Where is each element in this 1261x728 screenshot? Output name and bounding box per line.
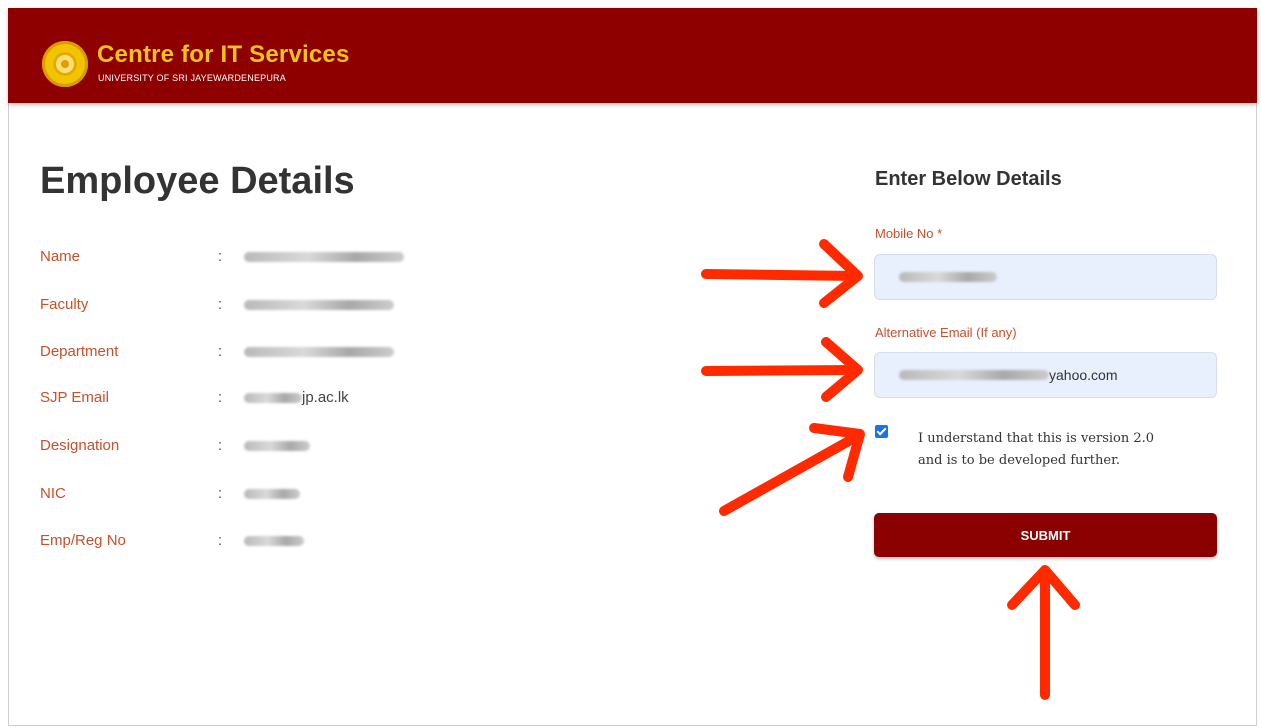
- detail-label: Emp/Reg No: [40, 532, 126, 549]
- detail-separator: :: [218, 248, 223, 265]
- version-acknowledge-checkbox[interactable]: [875, 425, 888, 438]
- mobile-label: Mobile No *: [875, 226, 943, 241]
- detail-label: Designation: [40, 437, 120, 454]
- detail-row-emp-reg-no: Emp/Reg No :: [40, 532, 640, 554]
- alt-email-input[interactable]: yahoo.com: [874, 352, 1217, 398]
- detail-value-redacted: [244, 343, 394, 360]
- sjp-email-domain: jp.ac.lk: [302, 389, 349, 406]
- detail-value-redacted: [244, 485, 300, 502]
- detail-row-sjp-email: SJP Email : jp.ac.lk: [40, 389, 640, 411]
- detail-value-redacted: [244, 248, 404, 265]
- page-title: Employee Details: [40, 160, 355, 202]
- detail-row-designation: Designation :: [40, 437, 640, 459]
- form-title: Enter Below Details: [875, 168, 1062, 190]
- detail-value-redacted: [244, 296, 394, 313]
- brand-title[interactable]: Centre for IT Services: [97, 41, 350, 69]
- detail-label: Department: [40, 343, 119, 360]
- acknowledge-line-2: and is to be developed further.: [918, 453, 1120, 468]
- mobile-input[interactable]: [874, 254, 1217, 300]
- detail-label: Name: [40, 248, 81, 265]
- detail-row-department: Department :: [40, 343, 640, 365]
- detail-separator: :: [218, 343, 223, 360]
- detail-separator: :: [218, 532, 223, 549]
- detail-row-name: Name :: [40, 248, 640, 270]
- site-header: Centre for IT Services UNIVERSITY OF SRI…: [8, 8, 1257, 103]
- detail-row-faculty: Faculty :: [40, 296, 640, 318]
- submit-button[interactable]: SUBMIT: [874, 513, 1217, 557]
- detail-label: Faculty: [40, 296, 89, 313]
- brand-subtitle: UNIVERSITY OF SRI JAYEWARDENEPURA: [98, 73, 286, 83]
- acknowledge-line-1: I understand that this is version 2.0: [918, 431, 1155, 446]
- detail-separator: :: [218, 437, 223, 454]
- detail-label: SJP Email: [40, 389, 109, 406]
- alt-email-label: Alternative Email (If any): [875, 325, 1017, 340]
- detail-value-redacted: [244, 532, 304, 549]
- detail-separator: :: [218, 485, 223, 502]
- version-acknowledge-label[interactable]: I understand that this is version 2.0 an…: [918, 428, 1218, 472]
- detail-row-nic: NIC :: [40, 485, 640, 507]
- detail-label: NIC: [40, 485, 66, 502]
- university-logo-icon[interactable]: [42, 41, 88, 87]
- detail-separator: :: [218, 389, 223, 406]
- alt-email-domain: yahoo.com: [1049, 367, 1118, 383]
- detail-separator: :: [218, 296, 223, 313]
- detail-value-redacted: [244, 437, 310, 454]
- detail-value-email: jp.ac.lk: [244, 389, 349, 406]
